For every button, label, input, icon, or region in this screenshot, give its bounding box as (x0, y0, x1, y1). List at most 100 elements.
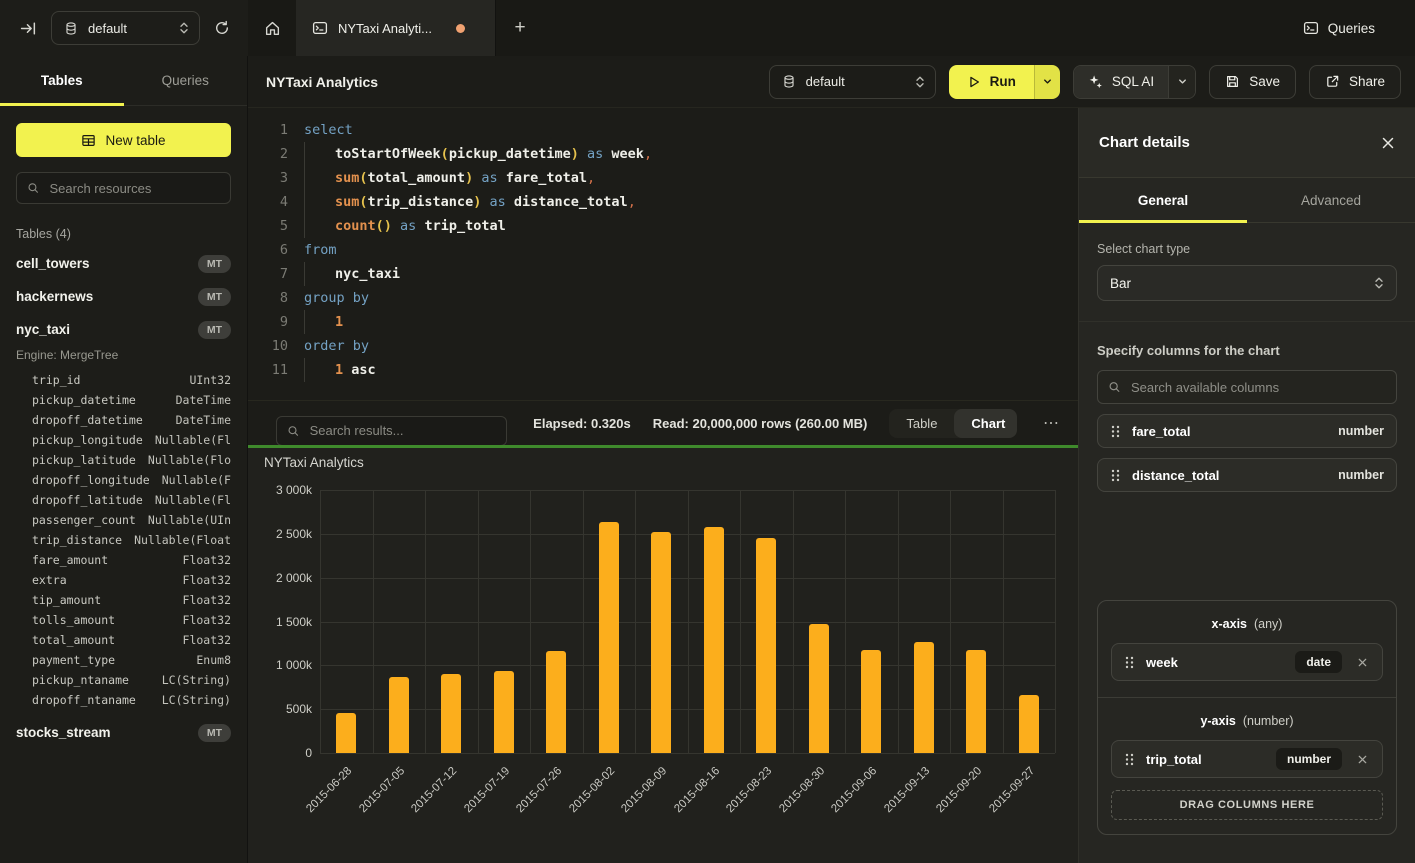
more-options-button[interactable]: ⋯ (1039, 413, 1064, 433)
sparkles-icon (1088, 74, 1103, 89)
columns-search-input[interactable] (1129, 379, 1386, 396)
sidebar-search-input[interactable] (47, 180, 220, 197)
h-gridline (320, 753, 1055, 754)
sidebar-tab-queries-label: Queries (162, 73, 209, 88)
schema-column-row: tip_amountFloat32 (32, 590, 231, 610)
chart-type-select[interactable]: Bar (1097, 265, 1397, 301)
app-window: default NYTaxi Analyti... + Queries (0, 0, 1415, 863)
sql-editor[interactable]: 1select2toStartOfWeek(pickup_datetime) a… (248, 108, 1078, 400)
schema-column-row: pickup_datetimeDateTime (32, 390, 231, 410)
new-tab-button[interactable]: + (496, 0, 544, 56)
chart-plot: 0500k1 000k1 500k2 000k2 500k3 000k2015-… (320, 490, 1055, 753)
x-tick-label: 2015-08-23 (725, 765, 775, 815)
code-line: 4sum(trip_distance) as distance_total, (262, 190, 1078, 214)
table-name: cell_towers (16, 256, 90, 271)
sidebar-item-nyc-taxi[interactable]: nyc_taxi MT (0, 313, 247, 346)
x-tick-label: 2015-09-13 (882, 765, 932, 815)
results-search (276, 416, 507, 446)
new-table-label: New table (105, 133, 165, 148)
main-area: NYTaxi Analytics default (248, 56, 1415, 863)
x-tick-label: 2015-07-26 (515, 765, 565, 815)
new-table-button[interactable]: New table (16, 123, 231, 157)
sidebar-tab-tables[interactable]: Tables (0, 56, 124, 105)
share-button[interactable]: Share (1309, 65, 1401, 99)
run-button-group: Run (949, 65, 1060, 99)
unsaved-dot (456, 24, 465, 33)
drag-handle-icon (1124, 655, 1135, 670)
sidebar-item-cell-towers[interactable]: cell_towers MT (0, 247, 247, 280)
x-tick-label: 2015-08-09 (620, 765, 670, 815)
panel-title: Chart details (1099, 134, 1190, 151)
x-tick-label: 2015-07-05 (357, 765, 407, 815)
tab-nytaxi-analytics[interactable]: NYTaxi Analyti... (296, 0, 496, 56)
share-label: Share (1349, 74, 1385, 89)
code-line: 2toStartOfWeek(pickup_datetime) as week, (262, 142, 1078, 166)
engine-badge: MT (198, 255, 231, 273)
close-panel-button[interactable] (1381, 136, 1395, 150)
panel-tab-advanced[interactable]: Advanced (1247, 178, 1415, 222)
sql-ai-options-button[interactable] (1168, 66, 1195, 98)
x-tick-label: 2015-06-28 (305, 765, 355, 815)
run-options-button[interactable] (1034, 65, 1060, 99)
results-search-input[interactable] (308, 422, 497, 439)
x-tick-label: 2015-07-12 (410, 765, 460, 815)
drop-zone[interactable]: DRAG COLUMNS HERE (1111, 790, 1383, 820)
view-toggle-table[interactable]: Table (889, 409, 954, 438)
column-name: distance_total (1132, 468, 1219, 483)
v-gridline (583, 490, 584, 753)
v-gridline (1055, 490, 1056, 753)
drag-handle-icon (1124, 752, 1135, 767)
line-number: 10 (262, 334, 288, 358)
column-type: number (1338, 424, 1384, 438)
collapse-sidebar-icon[interactable] (20, 20, 37, 37)
refresh-icon[interactable] (214, 20, 230, 36)
sidebar-tab-tables-label: Tables (41, 73, 83, 88)
chart-bar (494, 671, 514, 753)
advanced-tab-label: Advanced (1301, 193, 1361, 208)
y-axis-column-trip-total[interactable]: trip_total number (1111, 740, 1383, 778)
line-number: 7 (262, 262, 288, 286)
columns-search (1097, 370, 1397, 404)
home-tab[interactable] (248, 0, 296, 56)
schema-column-row: dropoff_latitudeNullable(Fl (32, 490, 231, 510)
v-gridline (950, 490, 951, 753)
terminal-icon (312, 20, 328, 36)
run-button[interactable]: Run (949, 65, 1034, 99)
v-gridline (635, 490, 636, 753)
search-icon (287, 424, 300, 438)
queries-button[interactable]: Queries (1303, 0, 1415, 56)
x-tick-label: 2015-09-20 (935, 765, 985, 815)
available-column-fare-total[interactable]: fare_total number (1097, 414, 1397, 448)
indent-guide (304, 142, 335, 166)
remove-x-column-button[interactable] (1353, 657, 1372, 668)
code-line: 3sum(total_amount) as fare_total, (262, 166, 1078, 190)
y-tick-label: 2 000k (252, 571, 312, 585)
panel-header: Chart details (1079, 108, 1415, 178)
chart-bar (546, 651, 566, 753)
available-column-distance-total[interactable]: distance_total number (1097, 458, 1397, 492)
save-button[interactable]: Save (1209, 65, 1296, 99)
database-selector[interactable]: default (51, 11, 200, 45)
run-database-selector[interactable]: default (769, 65, 936, 99)
v-gridline (425, 490, 426, 753)
line-number: 2 (262, 142, 288, 166)
engine-badge: MT (198, 288, 231, 306)
sidebar-tab-queries[interactable]: Queries (124, 56, 248, 105)
x-axis-column-week[interactable]: week date (1111, 643, 1383, 681)
v-gridline (845, 490, 846, 753)
line-number: 5 (262, 214, 288, 238)
v-gridline (530, 490, 531, 753)
sidebar-item-stocks-stream[interactable]: stocks_stream MT (0, 716, 247, 749)
table-icon (81, 133, 96, 148)
chart-bar (336, 713, 356, 753)
sidebar-item-hackernews[interactable]: hackernews MT (0, 280, 247, 313)
save-icon (1225, 74, 1240, 89)
x-axis-label: x-axis (1212, 617, 1247, 631)
view-toggle-chart[interactable]: Chart (954, 409, 1017, 438)
sql-ai-button[interactable]: SQL AI (1074, 66, 1168, 98)
run-label: Run (990, 74, 1016, 89)
remove-y-column-button[interactable] (1353, 754, 1372, 765)
chart-bar (756, 538, 776, 753)
panel-tab-general[interactable]: General (1079, 178, 1247, 222)
play-icon (967, 75, 981, 89)
